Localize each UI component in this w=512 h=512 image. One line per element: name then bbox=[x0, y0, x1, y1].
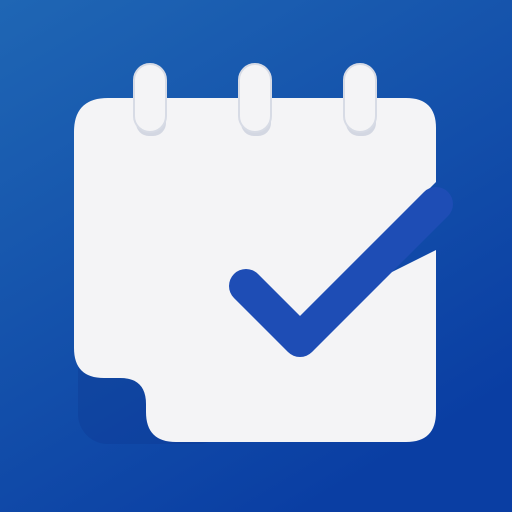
calendar-check-icon bbox=[0, 0, 512, 512]
binder-ring-middle bbox=[238, 63, 272, 133]
binder-ring-left bbox=[133, 63, 167, 133]
binder-ring-right bbox=[343, 63, 377, 133]
app-icon bbox=[0, 0, 512, 512]
